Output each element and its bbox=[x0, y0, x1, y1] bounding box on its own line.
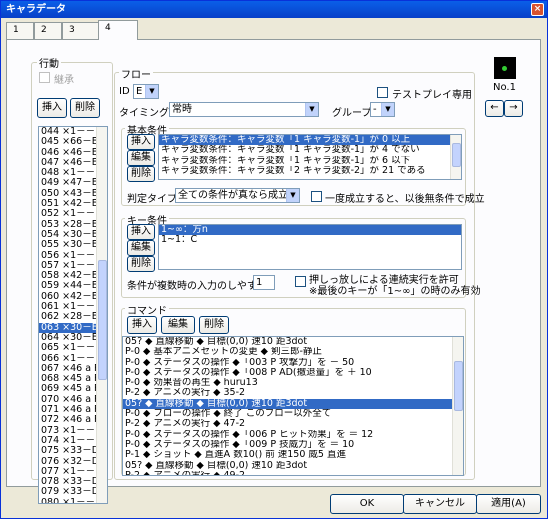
apply-button[interactable]: 適用(A) bbox=[476, 494, 541, 514]
group-label: グループ bbox=[332, 108, 372, 119]
list-item[interactable]: 1~∞：方n bbox=[159, 225, 461, 236]
list-item[interactable]: 05? ◆ 直線移動 ◆ 目標(0,0) 速10 距3dot bbox=[123, 337, 463, 347]
judge-type-select[interactable]: 全ての条件が真なら成立 ▼ bbox=[175, 188, 300, 203]
list-item[interactable]: P-0 ◆ 基本アニメセットの変更 ◆ 剣三郎-静止 bbox=[123, 347, 463, 357]
action-list-scrollbar[interactable] bbox=[96, 127, 107, 503]
id-select[interactable]: E ▼ bbox=[133, 84, 159, 99]
prev-button[interactable]: ← bbox=[485, 100, 504, 117]
flow-group-label: フロー bbox=[119, 66, 153, 81]
list-item[interactable]: キャラ変数条件：キャラ変数「1 キャラ変数-1」が 0 以上 bbox=[159, 135, 461, 146]
command-insert-button[interactable]: 挿入 bbox=[127, 316, 157, 334]
list-item[interactable]: P-2 ◆ アニメの実行 ◆ 35-2 bbox=[123, 388, 463, 398]
once-label: 一度成立すると、以後無条件で成立 bbox=[325, 194, 485, 205]
list-item[interactable]: キャラ変数条件：キャラ変数「1 キャラ変数-1」が 4 でない bbox=[159, 145, 461, 155]
hold-checkbox[interactable] bbox=[295, 276, 306, 287]
command-delete-button[interactable]: 削除 bbox=[199, 316, 229, 334]
list-item[interactable]: P-0 ◆ ステータスの操作 ◆「003 P 攻撃力」を － 50 bbox=[123, 358, 463, 368]
action-delete-button[interactable]: 削除 bbox=[70, 98, 100, 118]
list-item[interactable]: 1~1：C bbox=[159, 235, 461, 245]
basic-delete-button[interactable]: 削除 bbox=[127, 166, 155, 182]
character-preview-image bbox=[494, 57, 516, 79]
inherit-checkbox[interactable] bbox=[39, 72, 50, 83]
testplay-checkbox[interactable] bbox=[377, 87, 388, 98]
tab-2[interactable]: 2 bbox=[34, 22, 62, 39]
window-title: キャラデータ bbox=[6, 4, 66, 15]
list-item[interactable]: P-0 ◆ 効果音の再生 ◆ huru13 bbox=[123, 378, 463, 388]
preview-name: No.1 bbox=[493, 82, 516, 93]
list-item[interactable]: P-0 ◆ ステータスの操作 ◆「009 P 技威力」を ＝ 10 bbox=[123, 440, 463, 450]
timing-value: 常時 bbox=[172, 104, 192, 115]
ok-button[interactable]: OK bbox=[330, 494, 404, 514]
scroll-thumb[interactable] bbox=[98, 260, 107, 380]
once-checkbox[interactable] bbox=[311, 191, 322, 202]
tab-3[interactable]: 3 bbox=[62, 22, 99, 39]
dialog-window: キャラデータ × 1 2 3 4 行動 継承 挿入 削除 044 ×1－－ 045… bbox=[0, 0, 548, 519]
command-edit-button[interactable]: 編集 bbox=[161, 316, 195, 334]
chevron-down-icon: ▼ bbox=[305, 103, 318, 116]
title-bar: キャラデータ × bbox=[1, 1, 547, 18]
ease-label: 条件が複数時の入力のしやすさ bbox=[127, 281, 267, 292]
action-group-label: 行動 bbox=[37, 55, 61, 70]
scroll-thumb[interactable] bbox=[452, 143, 461, 167]
basic-insert-button[interactable]: 挿入 bbox=[127, 134, 155, 150]
key-conditions-list[interactable]: 1~∞：方n 1~1：C bbox=[158, 224, 462, 270]
tab-4[interactable]: 4 bbox=[98, 20, 138, 40]
chevron-down-icon: ▼ bbox=[145, 85, 158, 98]
list-item[interactable]: P-0 ◆ ステータスの操作 ◆「006 P ヒット効果」を ＝ 12 bbox=[123, 430, 463, 440]
basic-conditions-list[interactable]: キャラ変数条件：キャラ変数「1 キャラ変数-1」が 0 以上 キャラ変数条件：キャ… bbox=[158, 134, 462, 180]
group-select[interactable]: - ▼ bbox=[370, 102, 395, 117]
tab-panel: 行動 継承 挿入 削除 044 ×1－－ 045 ×66－E 046 ×46－E 04… bbox=[6, 39, 541, 504]
list-item[interactable]: 05? ◆ 直線移動 ◆ 目標(0,0) 速10 距3dot bbox=[123, 398, 463, 410]
timing-select[interactable]: 常時 ▼ bbox=[169, 102, 319, 117]
judge-type-label: 判定タイプ bbox=[127, 194, 177, 205]
action-list[interactable]: 044 ×1－－ 045 ×66－E 046 ×46－E 047 ×46－E 048 ×… bbox=[38, 126, 108, 504]
scroll-thumb[interactable] bbox=[454, 361, 463, 411]
basic-list-scrollbar[interactable] bbox=[450, 135, 461, 179]
group-value: - bbox=[373, 104, 377, 115]
close-button[interactable]: × bbox=[531, 3, 544, 16]
list-item[interactable]: 05? ◆ 直線移動 ◆ 目標(0,0) 速10 距3dot bbox=[123, 461, 463, 471]
id-label: ID bbox=[119, 86, 130, 97]
command-list-scrollbar[interactable] bbox=[452, 337, 463, 475]
ease-spinner[interactable]: 1 bbox=[253, 275, 275, 290]
list-item[interactable]: P-2 ◆ アニメの実行 ◆ 47-2 bbox=[123, 419, 463, 429]
list-item[interactable]: P-0 ◆ フローの操作 ◆ 終了 このフロー以外全て bbox=[123, 409, 463, 419]
key-insert-button[interactable]: 挿入 bbox=[127, 224, 155, 240]
list-item[interactable]: P-1 ◆ ショット ◆ 直進A 数10() 前 速150 威5 直進 bbox=[123, 450, 463, 460]
character-sprite bbox=[502, 66, 507, 71]
list-item[interactable]: キャラ変数条件：キャラ変数「1 キャラ変数-1」が 6 以下 bbox=[159, 156, 461, 166]
cancel-button[interactable]: キャンセル bbox=[403, 494, 477, 514]
list-item[interactable]: P-2 ◆ アニメの実行 ◆ 49-2 bbox=[123, 471, 463, 475]
testplay-label: テストプレイ専用 bbox=[392, 90, 472, 101]
list-item[interactable]: キャラ変数条件：キャラ変数「2 キャラ変数-2」が 21 である bbox=[159, 166, 461, 176]
ease-value: 1 bbox=[256, 277, 263, 288]
command-list[interactable]: 05? ◆ 直線移動 ◆ 目標(0,0) 速10 距3dot P-0 ◆ 基本アニ… bbox=[122, 336, 464, 476]
id-value: E bbox=[136, 86, 143, 97]
basic-edit-button[interactable]: 編集 bbox=[127, 150, 155, 166]
command-group-label: コマンド bbox=[125, 302, 169, 317]
chevron-down-icon: ▼ bbox=[381, 103, 394, 116]
action-insert-button[interactable]: 挿入 bbox=[37, 98, 67, 118]
key-delete-button[interactable]: 削除 bbox=[127, 256, 155, 272]
next-button[interactable]: → bbox=[504, 100, 523, 117]
chevron-down-icon: ▼ bbox=[286, 189, 299, 202]
list-item[interactable]: P-0 ◆ ステータスの操作 ◆「008 P AD(撤退量」を ＋ 10 bbox=[123, 368, 463, 378]
timing-label: タイミング bbox=[119, 108, 169, 119]
hold-note: ※最後のキーが「1~∞」の時のみ有効 bbox=[309, 286, 481, 297]
inherit-label: 継承 bbox=[54, 75, 74, 86]
tab-1[interactable]: 1 bbox=[6, 22, 34, 39]
key-edit-button[interactable]: 編集 bbox=[127, 240, 155, 256]
judge-type-value: 全ての条件が真なら成立 bbox=[178, 190, 288, 201]
